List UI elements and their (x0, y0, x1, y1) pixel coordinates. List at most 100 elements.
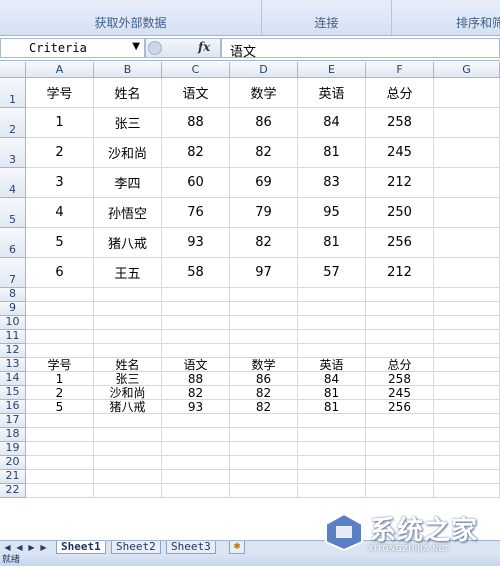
grid-cell[interactable]: 数学 (230, 358, 298, 372)
grid-cell[interactable]: 英语 (298, 358, 366, 372)
grid-cell[interactable] (298, 470, 366, 484)
grid-cell[interactable] (366, 442, 434, 456)
grid-cell[interactable] (162, 442, 230, 456)
grid-cell[interactable]: 猪八戒 (94, 228, 162, 258)
row-header[interactable]: 14 (0, 371, 26, 386)
grid-cell[interactable] (94, 470, 162, 484)
grid-cell[interactable]: 姓名 (94, 78, 162, 108)
tab-sheet2[interactable]: Sheet2 (111, 541, 161, 554)
grid-cell[interactable] (434, 456, 500, 470)
grid-cell[interactable]: 97 (230, 258, 298, 288)
grid-cell[interactable] (26, 456, 94, 470)
grid-cell[interactable] (298, 442, 366, 456)
grid-cell[interactable] (434, 358, 500, 372)
row-header[interactable]: 8 (0, 287, 26, 302)
grid-cell[interactable]: 83 (298, 168, 366, 198)
grid-cell[interactable]: 84 (298, 108, 366, 138)
grid-cell[interactable] (366, 414, 434, 428)
grid-cell[interactable] (162, 302, 230, 316)
row-header[interactable]: 18 (0, 427, 26, 442)
column-header-e[interactable]: E (298, 62, 366, 78)
grid-cell[interactable] (94, 316, 162, 330)
grid-cell[interactable] (298, 316, 366, 330)
grid-cell[interactable]: 学号 (26, 78, 94, 108)
grid-cell[interactable] (298, 484, 366, 498)
grid-cell[interactable] (366, 302, 434, 316)
row-header[interactable]: 2 (0, 108, 26, 138)
grid-cell[interactable] (26, 428, 94, 442)
column-header-d[interactable]: D (230, 62, 298, 78)
grid-cell[interactable] (434, 78, 500, 108)
grid-cell[interactable]: 60 (162, 168, 230, 198)
grid-cell[interactable] (26, 470, 94, 484)
grid-cell[interactable]: 258 (366, 372, 434, 386)
grid-cell[interactable]: 258 (366, 108, 434, 138)
grid-cell[interactable] (434, 470, 500, 484)
row-header[interactable]: 4 (0, 168, 26, 198)
chevron-down-icon[interactable]: ▼ (132, 41, 140, 52)
grid-cell[interactable] (230, 330, 298, 344)
grid-cell[interactable] (434, 400, 500, 414)
grid-cell[interactable] (230, 302, 298, 316)
grid-cell[interactable]: 82 (230, 400, 298, 414)
first-sheet-icon[interactable]: ◀ (2, 542, 13, 553)
row-header[interactable]: 15 (0, 385, 26, 400)
grid-cell[interactable] (230, 414, 298, 428)
grid-cell[interactable]: 93 (162, 228, 230, 258)
formula-input[interactable]: 语文 (221, 38, 500, 60)
grid-cell[interactable] (230, 288, 298, 302)
grid-cell[interactable] (366, 316, 434, 330)
grid-cell[interactable] (230, 470, 298, 484)
grid-cell[interactable] (298, 330, 366, 344)
column-header-c[interactable]: C (162, 62, 230, 78)
grid-cell[interactable]: 5 (26, 400, 94, 414)
grid-cell[interactable]: 79 (230, 198, 298, 228)
grid-cell[interactable]: 250 (366, 198, 434, 228)
grid-cell[interactable] (434, 302, 500, 316)
grid-cell[interactable] (94, 288, 162, 302)
grid-cell[interactable]: 81 (298, 138, 366, 168)
grid-cell[interactable]: 数学 (230, 78, 298, 108)
grid-cell[interactable] (298, 414, 366, 428)
next-sheet-icon[interactable]: ▶ (26, 542, 37, 553)
grid-cell[interactable] (94, 414, 162, 428)
row-header[interactable]: 20 (0, 455, 26, 470)
grid-cell[interactable] (434, 288, 500, 302)
grid-cell[interactable] (230, 316, 298, 330)
grid-cell[interactable] (26, 288, 94, 302)
grid-cell[interactable]: 3 (26, 168, 94, 198)
grid-cell[interactable]: 82 (230, 138, 298, 168)
grid-cell[interactable] (94, 456, 162, 470)
grid-cell[interactable] (94, 302, 162, 316)
grid-cell[interactable] (366, 330, 434, 344)
grid-cell[interactable] (434, 386, 500, 400)
grid-cell[interactable] (434, 108, 500, 138)
grid-cell[interactable] (162, 428, 230, 442)
grid-cell[interactable] (298, 302, 366, 316)
grid-cell[interactable]: 256 (366, 228, 434, 258)
grid-cell[interactable]: 86 (230, 108, 298, 138)
grid-cell[interactable] (434, 484, 500, 498)
grid-cell[interactable]: 95 (298, 198, 366, 228)
grid-cell[interactable] (434, 330, 500, 344)
select-all-corner[interactable] (0, 62, 26, 78)
grid-cell[interactable] (434, 138, 500, 168)
grid-cell[interactable]: 81 (298, 228, 366, 258)
name-box[interactable]: Criteria ▼ (0, 38, 145, 58)
grid-cell[interactable]: 76 (162, 198, 230, 228)
grid-cell[interactable] (26, 330, 94, 344)
grid-cell[interactable] (434, 372, 500, 386)
grid-cell[interactable] (434, 442, 500, 456)
grid-cell[interactable] (230, 442, 298, 456)
row-header[interactable]: 5 (0, 198, 26, 228)
grid-cell[interactable]: 学号 (26, 358, 94, 372)
grid-cell[interactable] (434, 258, 500, 288)
row-header[interactable]: 7 (0, 258, 26, 288)
grid-cell[interactable] (26, 484, 94, 498)
grid-cell[interactable]: 212 (366, 258, 434, 288)
grid-cell[interactable]: 88 (162, 372, 230, 386)
insert-sheet-icon[interactable]: ✱ (229, 541, 245, 554)
grid-cell[interactable] (26, 302, 94, 316)
grid-cell[interactable] (434, 198, 500, 228)
row-header[interactable]: 3 (0, 138, 26, 168)
